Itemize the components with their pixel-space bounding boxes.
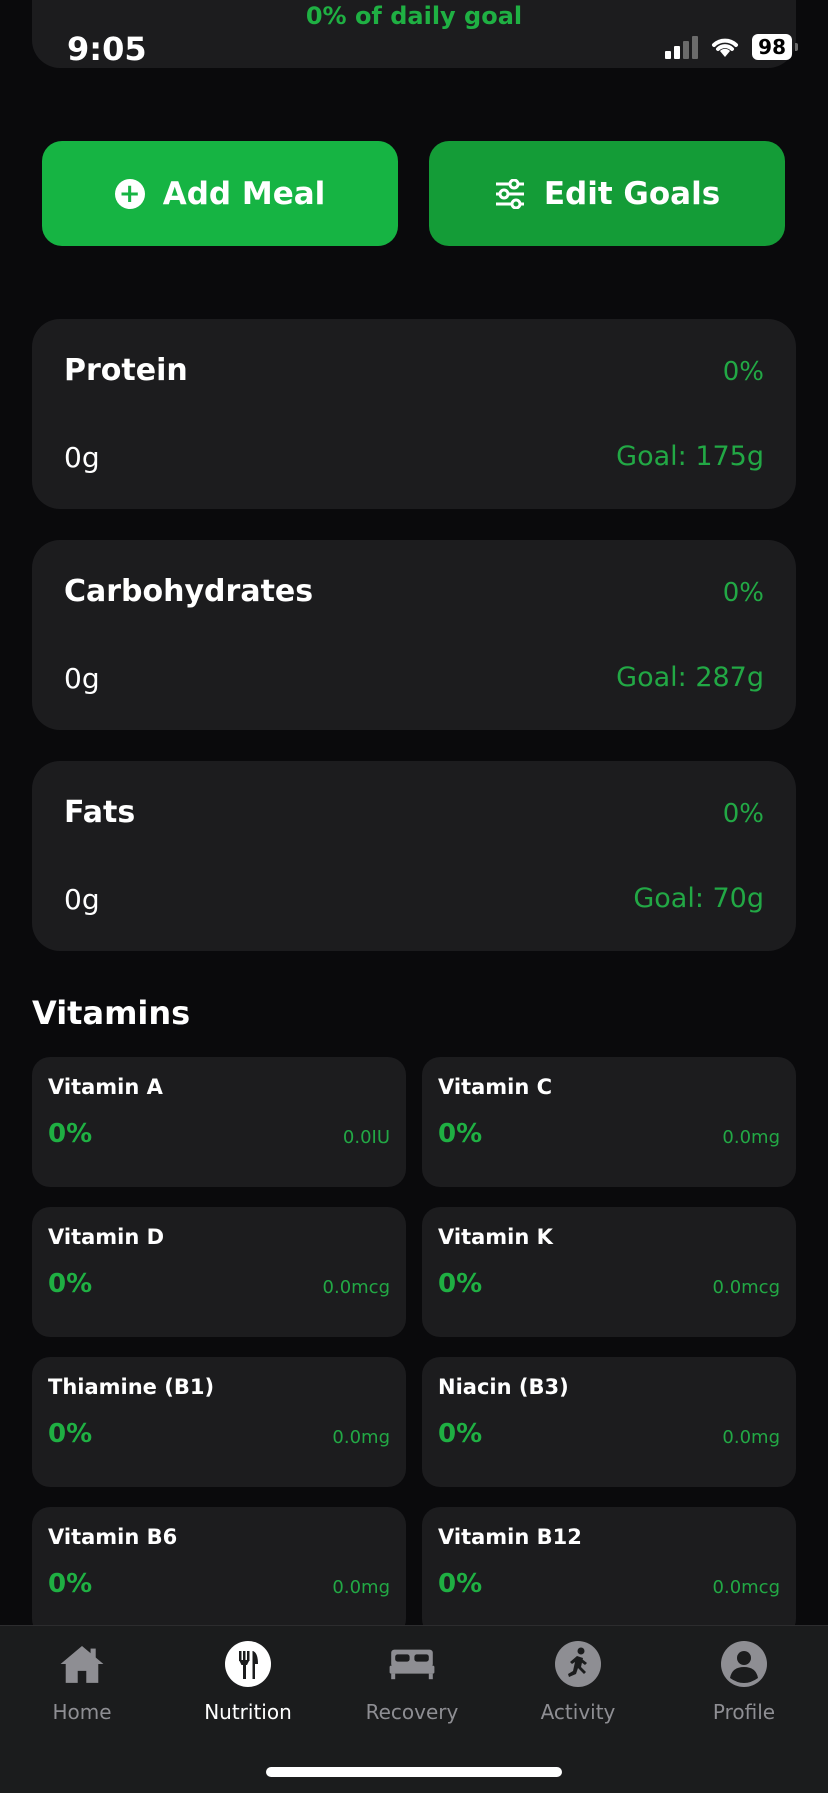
macro-percent: 0% [722,578,764,608]
sliders-icon [495,178,524,209]
vitamin-name: Niacin (B3) [438,1375,569,1399]
vitamin-percent: 0% [438,1119,483,1149]
fork-knife-icon [225,1641,271,1687]
niacin-card[interactable]: Niacin (B3) 0% 0.0mg [422,1357,796,1487]
vitamin-percent: 0% [48,1269,93,1299]
status-time: 9:05 [67,30,147,68]
vitamin-name: Vitamin B12 [438,1525,582,1549]
add-meal-label: Add Meal [162,175,326,212]
macro-amount: 0g [64,441,100,474]
tab-activity[interactable]: Activity [508,1640,648,1724]
vitamin-b6-card[interactable]: Vitamin B6 0% 0.0mg [32,1507,406,1637]
macro-amount: 0g [64,883,100,916]
vitamins-heading: Vitamins [32,994,191,1032]
macro-goal: Goal: 175g [616,441,764,472]
tab-label: Home [52,1700,112,1724]
thiamine-card[interactable]: Thiamine (B1) 0% 0.0mg [32,1357,406,1487]
edit-goals-button[interactable]: Edit Goals [429,141,785,246]
macro-amount: 0g [64,662,100,695]
tab-label: Profile [712,1700,776,1724]
signal-icon [665,35,699,59]
vitamin-amount: 0.0mg [722,1127,780,1148]
tab-label: Activity [540,1700,616,1724]
wifi-icon [712,38,739,57]
macro-name: Fats [64,795,136,830]
home-indicator [266,1767,562,1777]
tab-profile[interactable]: Profile [674,1640,814,1724]
vitamin-amount: 0.0mg [722,1427,780,1448]
vitamin-amount: 0.0IU [342,1127,390,1148]
tab-label: Recovery [365,1700,459,1724]
vitamin-b12-card[interactable]: Vitamin B12 0% 0.0mcg [422,1507,796,1637]
battery-icon: 98 [752,34,798,60]
vitamin-percent: 0% [438,1569,483,1599]
tab-label: Nutrition [204,1700,292,1724]
vitamin-k-card[interactable]: Vitamin K 0% 0.0mcg [422,1207,796,1337]
macro-goal: Goal: 70g [633,883,764,914]
vitamin-name: Vitamin D [48,1225,165,1249]
vitamin-d-card[interactable]: Vitamin D 0% 0.0mcg [32,1207,406,1337]
tab-nutrition[interactable]: Nutrition [178,1640,318,1724]
fats-card[interactable]: Fats 0% 0g Goal: 70g [32,761,796,951]
vitamin-name: Vitamin C [438,1075,553,1099]
edit-goals-label: Edit Goals [543,175,721,212]
plus-circle-icon: + [114,178,145,209]
macro-goal: Goal: 287g [616,662,764,693]
vitamin-c-card[interactable]: Vitamin C 0% 0.0mg [422,1057,796,1187]
status-icons: 98 [665,34,798,60]
vitamin-amount: 0.0mcg [322,1277,390,1298]
vitamin-percent: 0% [48,1419,93,1449]
vitamin-name: Vitamin K [438,1225,553,1249]
vitamin-amount: 0.0mg [332,1427,390,1448]
macro-percent: 0% [722,799,764,829]
tab-recovery[interactable]: Recovery [342,1640,482,1724]
running-icon [555,1641,601,1687]
person-icon [721,1641,767,1687]
vitamin-amount: 0.0mg [332,1577,390,1598]
tab-home[interactable]: Home [12,1640,152,1724]
vitamin-name: Thiamine (B1) [48,1375,215,1399]
daily-goal-text: 0% of daily goal [305,2,523,30]
home-icon [60,1646,104,1683]
vitamin-a-card[interactable]: Vitamin A 0% 0.0IU [32,1057,406,1187]
vitamin-percent: 0% [438,1269,483,1299]
vitamin-amount: 0.0mcg [712,1577,780,1598]
macro-name: Carbohydrates [64,574,314,609]
protein-card[interactable]: Protein 0% 0g Goal: 175g [32,319,796,509]
vitamin-percent: 0% [48,1119,93,1149]
bed-icon [389,1649,435,1680]
vitamin-percent: 0% [438,1419,483,1449]
vitamin-name: Vitamin A [48,1075,163,1099]
vitamin-name: Vitamin B6 [48,1525,178,1549]
vitamin-percent: 0% [48,1569,93,1599]
carbohydrates-card[interactable]: Carbohydrates 0% 0g Goal: 287g [32,540,796,730]
macro-percent: 0% [722,357,764,387]
add-meal-button[interactable]: + Add Meal [42,141,398,246]
macro-name: Protein [64,353,188,388]
vitamin-amount: 0.0mcg [712,1277,780,1298]
